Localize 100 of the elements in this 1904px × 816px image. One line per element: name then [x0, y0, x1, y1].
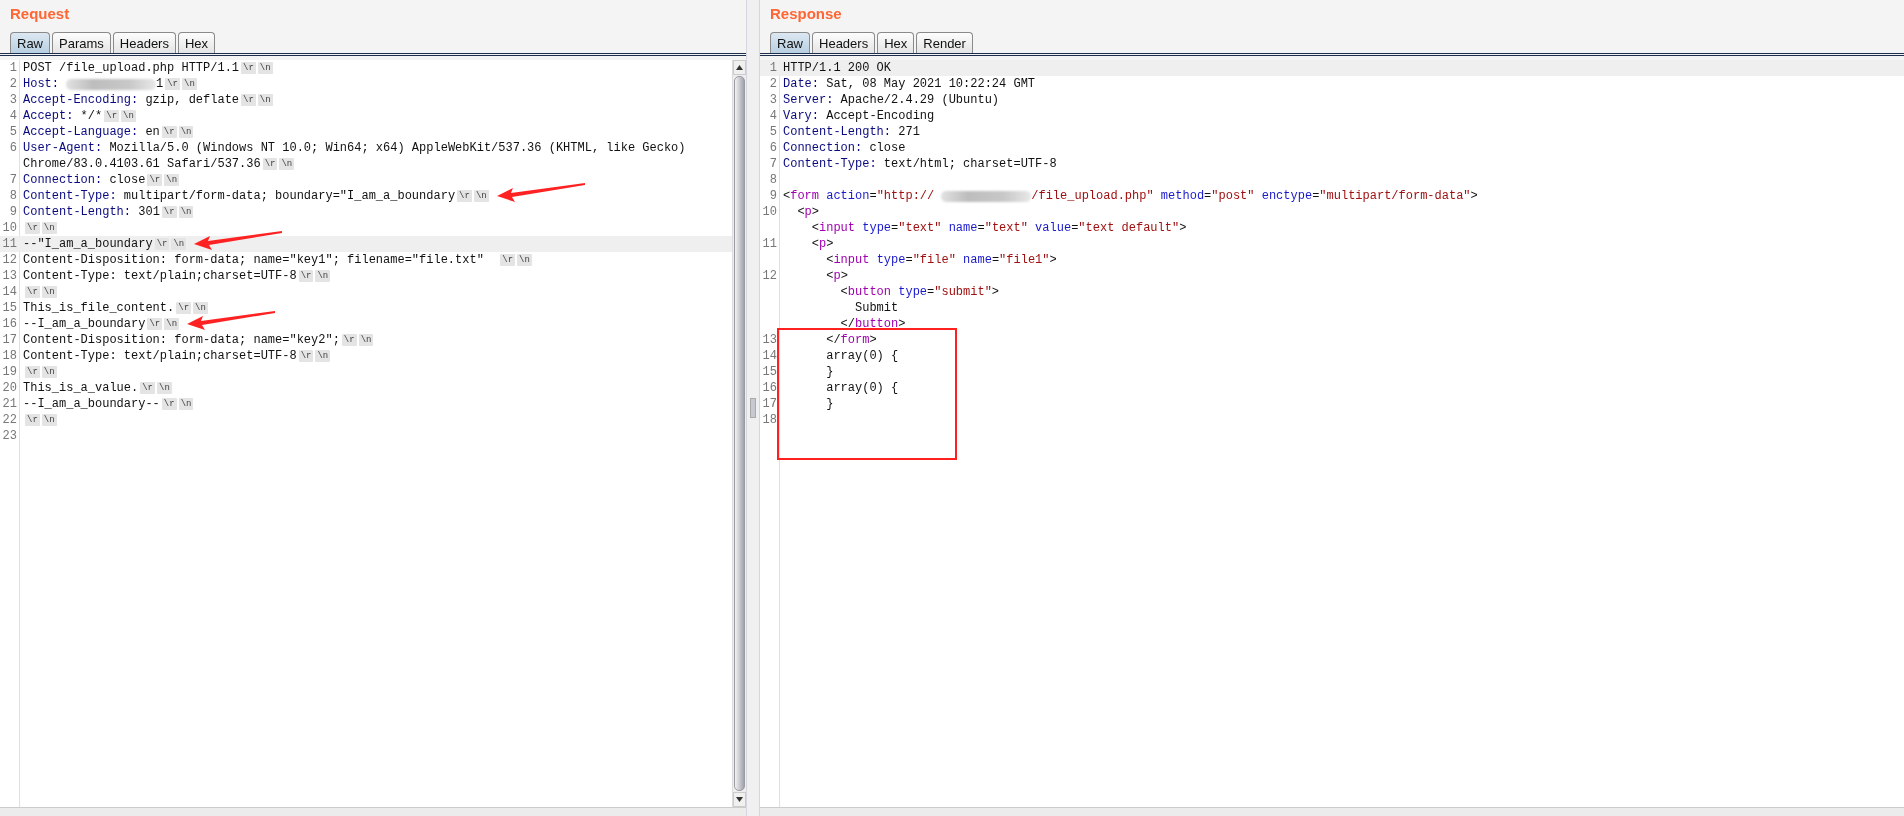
scrollbar[interactable]	[732, 60, 746, 807]
header-name: Accept:	[23, 108, 74, 124]
line-number: 4	[768, 108, 778, 124]
code-text: Mozilla/5.0 (Windows NT 10.0; Win64; x64) AppleWebKit/537.36 (KHTML, like Gecko)	[108, 140, 686, 156]
line-number: 17	[1, 332, 18, 348]
line-number: 17	[761, 396, 778, 412]
html-tag: button	[847, 284, 892, 300]
code-text: Submit	[854, 300, 899, 316]
splitter-handle[interactable]	[750, 398, 756, 418]
html-tag: input	[833, 252, 870, 268]
line-number: 5	[8, 124, 18, 140]
line-ending-marker: \r	[140, 382, 156, 394]
code-text: >	[898, 316, 906, 332]
tab[interactable]: Raw	[10, 32, 50, 53]
code-text: <	[839, 284, 848, 300]
line-number: 23	[1, 428, 18, 444]
code-text: This_is_file_content.	[23, 300, 175, 316]
line-ending-marker: \r	[262, 158, 278, 170]
line-ending-marker: \n	[473, 190, 489, 202]
line-ending-marker: \r	[161, 206, 177, 218]
tab[interactable]: Headers	[112, 32, 176, 53]
tab[interactable]: Render	[916, 32, 973, 53]
line-number: 21	[1, 396, 18, 412]
line-number: 13	[1, 268, 18, 284]
code-text: </	[825, 332, 841, 348]
line-number: 8	[768, 172, 778, 188]
code-text: =	[869, 188, 877, 204]
line-number: 12	[1, 252, 18, 268]
attribute-name: type	[861, 220, 892, 236]
line-number: 12	[761, 268, 778, 285]
code-text: HTTP/1.1 200 OK	[783, 60, 892, 76]
code-text: =	[1204, 188, 1212, 204]
attribute-name: action	[825, 188, 870, 204]
code-text: >	[991, 284, 1000, 300]
header-name: Accept-Encoding:	[23, 92, 139, 108]
header-name: Content-Type:	[23, 188, 117, 204]
line-ending-marker: \n	[41, 366, 57, 378]
line-ending-marker: \r	[104, 110, 120, 122]
code-text: --I_am_a_boundary	[23, 316, 146, 332]
line-ending-marker: \n	[257, 94, 273, 106]
line-number: 18	[1, 348, 18, 364]
line-ending-marker: \n	[178, 398, 194, 410]
line-ending-marker: \r	[165, 78, 181, 90]
code-text: >	[1179, 220, 1187, 236]
line-number: 3	[8, 92, 18, 108]
tab[interactable]: Headers	[812, 32, 876, 53]
tab[interactable]: Hex	[177, 32, 216, 53]
line-number: 11	[761, 236, 778, 253]
line-number: 22	[1, 412, 18, 428]
line-ending-marker: \r	[25, 286, 40, 298]
code-text: <	[825, 268, 834, 284]
code-text: array(0) {	[825, 348, 899, 364]
scroll-up-icon	[736, 65, 743, 70]
header-name: Content-Length:	[783, 124, 892, 140]
panel-title: Request	[9, 4, 71, 24]
line-number: 2	[8, 76, 18, 92]
line-ending-marker: \n	[121, 110, 136, 122]
tab[interactable]: Raw	[770, 32, 810, 53]
line-ending-marker: \n	[358, 334, 374, 346]
attribute-name: enctype	[1260, 188, 1313, 204]
attribute-name: method	[1159, 188, 1205, 204]
code-text: >	[840, 268, 848, 284]
line-ending-marker: \r	[241, 94, 256, 106]
html-tag: p	[819, 236, 827, 252]
code-text: text/html; charset=UTF-8	[882, 156, 1057, 172]
line-ending-marker: \n	[41, 222, 57, 234]
line-number: 8	[8, 188, 18, 204]
code-text: <	[796, 204, 805, 220]
code-text: This_is_a_value.	[23, 380, 139, 396]
line-number: 9	[8, 204, 18, 220]
line-ending-marker: \n	[171, 238, 187, 250]
line-number: 6	[768, 140, 778, 156]
tab[interactable]: Hex	[877, 32, 915, 53]
attribute-value: "text"	[898, 220, 942, 236]
code-text: --I_am_a_boundary--	[23, 396, 160, 412]
code-text: =	[991, 252, 1000, 268]
html-tag: form	[840, 332, 870, 348]
line-ending-marker: \n	[315, 350, 331, 362]
code-text: =	[1312, 188, 1320, 204]
code-editor[interactable]	[0, 60, 746, 807]
line-number: 7	[8, 172, 18, 188]
header-name: Vary:	[783, 108, 819, 124]
line-number: 15	[761, 364, 778, 380]
line-number: 10	[1, 220, 18, 236]
code-text: Content-Type: text/plain;charset=UTF-8	[23, 348, 297, 364]
code-text: gzip, deflate	[144, 92, 240, 108]
line-ending-marker: \n	[182, 78, 197, 90]
line-number: 2	[768, 76, 778, 92]
line-ending-marker: \n	[193, 302, 208, 314]
attribute-name: name	[947, 220, 978, 236]
code-text: en	[144, 124, 160, 140]
header-name: Connection:	[783, 140, 863, 156]
code-text: array(0) {	[825, 380, 899, 396]
header-name: Content-Type:	[783, 156, 877, 172]
line-ending-marker: \r	[25, 414, 40, 426]
html-tag: p	[833, 268, 841, 284]
code-text: Accept-Encoding	[825, 108, 935, 124]
line-ending-marker: \r	[25, 222, 40, 234]
tab[interactable]: Params	[52, 32, 111, 53]
code-text: 271	[897, 124, 920, 140]
